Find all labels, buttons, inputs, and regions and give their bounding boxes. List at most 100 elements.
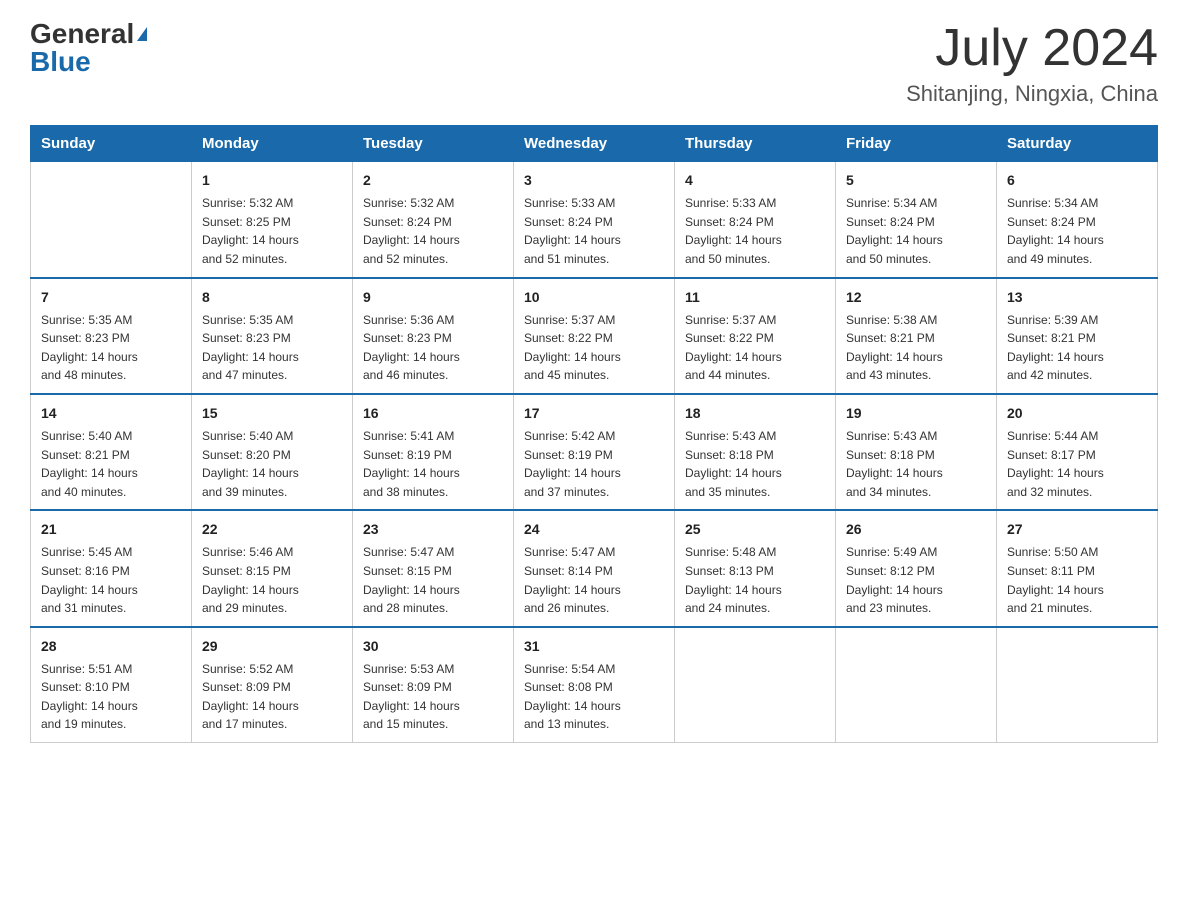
logo-blue-text: Blue bbox=[30, 48, 91, 76]
day-info: Sunrise: 5:37 AM Sunset: 8:22 PM Dayligh… bbox=[685, 311, 825, 385]
calendar-day-header: Friday bbox=[836, 126, 997, 161]
calendar-cell: 22 Sunrise: 5:46 AM Sunset: 8:15 PM Dayli… bbox=[192, 510, 353, 626]
calendar-cell: 28Sunrise: 5:51 AM Sunset: 8:10 PM Dayli… bbox=[31, 627, 192, 743]
title-block: July 2024 Shitanjing, Ningxia, China bbox=[906, 20, 1158, 107]
day-number: 11 bbox=[685, 287, 825, 308]
day-info: Sunrise: 5:48 AM Sunset: 8:13 PM Dayligh… bbox=[685, 543, 825, 617]
calendar-cell: 10Sunrise: 5:37 AM Sunset: 8:22 PM Dayli… bbox=[514, 278, 675, 394]
day-number: 4 bbox=[685, 170, 825, 191]
calendar-table: SundayMondayTuesdayWednesdayThursdayFrid… bbox=[30, 125, 1158, 743]
calendar-cell: 29 Sunrise: 5:52 AM Sunset: 8:09 PM Dayli… bbox=[192, 627, 353, 743]
day-info: Sunrise: 5:35 AM Sunset: 8:23 PM Dayligh… bbox=[41, 311, 181, 385]
logo-triangle-icon bbox=[137, 27, 147, 41]
day-number: 3 bbox=[524, 170, 664, 191]
calendar-cell: 15 Sunrise: 5:40 AM Sunset: 8:20 PM Dayli… bbox=[192, 394, 353, 510]
day-number: 29 bbox=[202, 636, 342, 657]
calendar-day-header: Sunday bbox=[31, 126, 192, 161]
location-title: Shitanjing, Ningxia, China bbox=[906, 81, 1158, 107]
day-info: Sunrise: 5:50 AM Sunset: 8:11 PM Dayligh… bbox=[1007, 543, 1147, 617]
day-info: Sunrise: 5:39 AM Sunset: 8:21 PM Dayligh… bbox=[1007, 311, 1147, 385]
calendar-cell: 24 Sunrise: 5:47 AM Sunset: 8:14 PM Dayli… bbox=[514, 510, 675, 626]
day-number: 5 bbox=[846, 170, 986, 191]
day-number: 31 bbox=[524, 636, 664, 657]
day-number: 15 bbox=[202, 403, 342, 424]
day-info: Sunrise: 5:45 AM Sunset: 8:16 PM Dayligh… bbox=[41, 543, 181, 617]
calendar-cell: 11 Sunrise: 5:37 AM Sunset: 8:22 PM Dayli… bbox=[675, 278, 836, 394]
day-info: Sunrise: 5:47 AM Sunset: 8:15 PM Dayligh… bbox=[363, 543, 503, 617]
day-number: 26 bbox=[846, 519, 986, 540]
day-number: 19 bbox=[846, 403, 986, 424]
day-number: 27 bbox=[1007, 519, 1147, 540]
day-number: 8 bbox=[202, 287, 342, 308]
calendar-cell: 5Sunrise: 5:34 AM Sunset: 8:24 PM Daylig… bbox=[836, 161, 997, 277]
calendar-cell: 16 Sunrise: 5:41 AM Sunset: 8:19 PM Dayli… bbox=[353, 394, 514, 510]
day-info: Sunrise: 5:46 AM Sunset: 8:15 PM Dayligh… bbox=[202, 543, 342, 617]
calendar-week-row: 21 Sunrise: 5:45 AM Sunset: 8:16 PM Dayli… bbox=[31, 510, 1158, 626]
calendar-cell: 13 Sunrise: 5:39 AM Sunset: 8:21 PM Dayli… bbox=[997, 278, 1158, 394]
calendar-day-header: Monday bbox=[192, 126, 353, 161]
calendar-cell: 31 Sunrise: 5:54 AM Sunset: 8:08 PM Dayli… bbox=[514, 627, 675, 743]
calendar-cell: 30 Sunrise: 5:53 AM Sunset: 8:09 PM Dayli… bbox=[353, 627, 514, 743]
day-info: Sunrise: 5:49 AM Sunset: 8:12 PM Dayligh… bbox=[846, 543, 986, 617]
calendar-cell: 9Sunrise: 5:36 AM Sunset: 8:23 PM Daylig… bbox=[353, 278, 514, 394]
day-number: 2 bbox=[363, 170, 503, 191]
day-info: Sunrise: 5:42 AM Sunset: 8:19 PM Dayligh… bbox=[524, 427, 664, 501]
calendar-cell: 2Sunrise: 5:32 AM Sunset: 8:24 PM Daylig… bbox=[353, 161, 514, 277]
day-number: 6 bbox=[1007, 170, 1147, 191]
calendar-cell: 25 Sunrise: 5:48 AM Sunset: 8:13 PM Dayli… bbox=[675, 510, 836, 626]
day-number: 16 bbox=[363, 403, 503, 424]
day-number: 21 bbox=[41, 519, 181, 540]
calendar-cell bbox=[675, 627, 836, 743]
day-info: Sunrise: 5:43 AM Sunset: 8:18 PM Dayligh… bbox=[685, 427, 825, 501]
day-info: Sunrise: 5:52 AM Sunset: 8:09 PM Dayligh… bbox=[202, 660, 342, 734]
calendar-week-row: 28Sunrise: 5:51 AM Sunset: 8:10 PM Dayli… bbox=[31, 627, 1158, 743]
day-number: 30 bbox=[363, 636, 503, 657]
day-number: 17 bbox=[524, 403, 664, 424]
day-info: Sunrise: 5:38 AM Sunset: 8:21 PM Dayligh… bbox=[846, 311, 986, 385]
day-info: Sunrise: 5:54 AM Sunset: 8:08 PM Dayligh… bbox=[524, 660, 664, 734]
calendar-header-row: SundayMondayTuesdayWednesdayThursdayFrid… bbox=[31, 126, 1158, 161]
day-info: Sunrise: 5:40 AM Sunset: 8:20 PM Dayligh… bbox=[202, 427, 342, 501]
day-number: 13 bbox=[1007, 287, 1147, 308]
day-number: 1 bbox=[202, 170, 342, 191]
day-number: 7 bbox=[41, 287, 181, 308]
day-number: 14 bbox=[41, 403, 181, 424]
day-number: 12 bbox=[846, 287, 986, 308]
calendar-day-header: Wednesday bbox=[514, 126, 675, 161]
calendar-cell bbox=[31, 161, 192, 277]
calendar-cell: 20Sunrise: 5:44 AM Sunset: 8:17 PM Dayli… bbox=[997, 394, 1158, 510]
calendar-week-row: 7 Sunrise: 5:35 AM Sunset: 8:23 PM Daylig… bbox=[31, 278, 1158, 394]
calendar-day-header: Thursday bbox=[675, 126, 836, 161]
day-info: Sunrise: 5:40 AM Sunset: 8:21 PM Dayligh… bbox=[41, 427, 181, 501]
day-info: Sunrise: 5:53 AM Sunset: 8:09 PM Dayligh… bbox=[363, 660, 503, 734]
calendar-cell: 18 Sunrise: 5:43 AM Sunset: 8:18 PM Dayli… bbox=[675, 394, 836, 510]
day-info: Sunrise: 5:34 AM Sunset: 8:24 PM Dayligh… bbox=[1007, 194, 1147, 268]
calendar-cell: 1Sunrise: 5:32 AM Sunset: 8:25 PM Daylig… bbox=[192, 161, 353, 277]
calendar-cell bbox=[997, 627, 1158, 743]
page-header: General Blue July 2024 Shitanjing, Ningx… bbox=[30, 20, 1158, 107]
day-number: 24 bbox=[524, 519, 664, 540]
calendar-cell: 17 Sunrise: 5:42 AM Sunset: 8:19 PM Dayli… bbox=[514, 394, 675, 510]
calendar-cell: 19 Sunrise: 5:43 AM Sunset: 8:18 PM Dayli… bbox=[836, 394, 997, 510]
calendar-cell: 21 Sunrise: 5:45 AM Sunset: 8:16 PM Dayli… bbox=[31, 510, 192, 626]
calendar-week-row: 1Sunrise: 5:32 AM Sunset: 8:25 PM Daylig… bbox=[31, 161, 1158, 277]
day-info: Sunrise: 5:41 AM Sunset: 8:19 PM Dayligh… bbox=[363, 427, 503, 501]
day-info: Sunrise: 5:33 AM Sunset: 8:24 PM Dayligh… bbox=[524, 194, 664, 268]
day-info: Sunrise: 5:35 AM Sunset: 8:23 PM Dayligh… bbox=[202, 311, 342, 385]
day-info: Sunrise: 5:47 AM Sunset: 8:14 PM Dayligh… bbox=[524, 543, 664, 617]
day-number: 28 bbox=[41, 636, 181, 657]
day-number: 25 bbox=[685, 519, 825, 540]
day-number: 18 bbox=[685, 403, 825, 424]
calendar-cell: 27 Sunrise: 5:50 AM Sunset: 8:11 PM Dayli… bbox=[997, 510, 1158, 626]
calendar-cell: 7 Sunrise: 5:35 AM Sunset: 8:23 PM Daylig… bbox=[31, 278, 192, 394]
calendar-cell: 14 Sunrise: 5:40 AM Sunset: 8:21 PM Dayli… bbox=[31, 394, 192, 510]
day-number: 23 bbox=[363, 519, 503, 540]
calendar-cell: 8 Sunrise: 5:35 AM Sunset: 8:23 PM Daylig… bbox=[192, 278, 353, 394]
calendar-cell: 26 Sunrise: 5:49 AM Sunset: 8:12 PM Dayli… bbox=[836, 510, 997, 626]
day-info: Sunrise: 5:43 AM Sunset: 8:18 PM Dayligh… bbox=[846, 427, 986, 501]
day-info: Sunrise: 5:36 AM Sunset: 8:23 PM Dayligh… bbox=[363, 311, 503, 385]
day-info: Sunrise: 5:44 AM Sunset: 8:17 PM Dayligh… bbox=[1007, 427, 1147, 501]
day-info: Sunrise: 5:37 AM Sunset: 8:22 PM Dayligh… bbox=[524, 311, 664, 385]
calendar-cell: 3 Sunrise: 5:33 AM Sunset: 8:24 PM Daylig… bbox=[514, 161, 675, 277]
day-number: 22 bbox=[202, 519, 342, 540]
